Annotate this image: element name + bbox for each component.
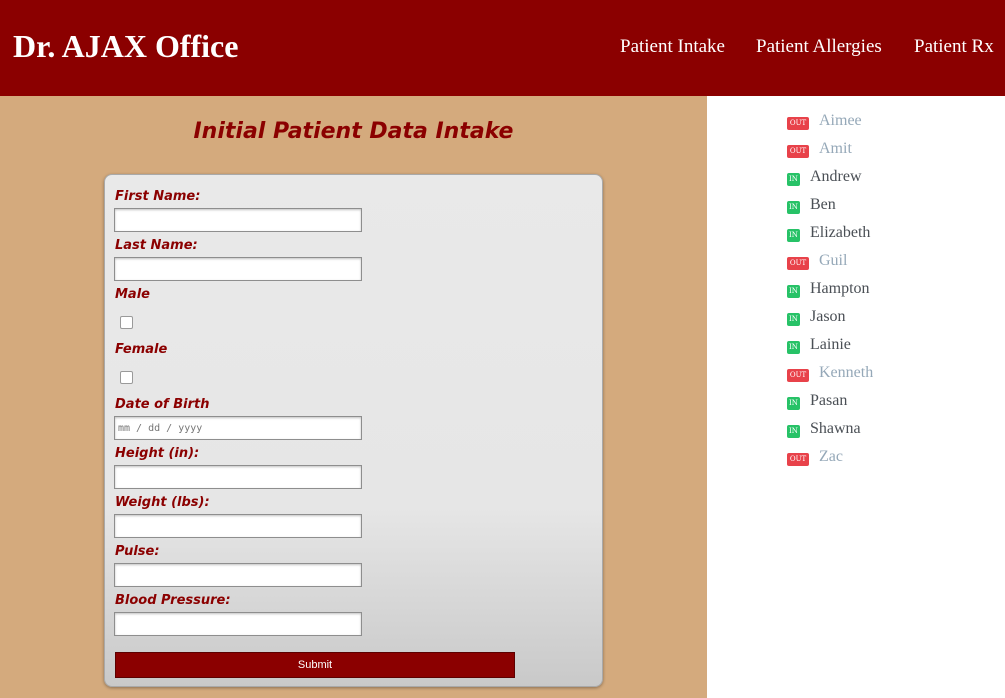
in-status-badge: IN: [787, 397, 800, 410]
nav-link-patient-allergies[interactable]: Patient Allergies: [756, 35, 882, 59]
male-checkbox[interactable]: [120, 316, 133, 329]
pulse-label: Pulse:: [115, 544, 160, 559]
out-status-badge: OUT: [787, 145, 809, 158]
person-name: Aimee: [819, 112, 862, 129]
in-status-badge: IN: [787, 229, 800, 242]
page-title: Initial Patient Data Intake: [193, 119, 514, 144]
in-status-badge: IN: [787, 341, 800, 354]
person-name: Guil: [819, 252, 848, 269]
in-status-badge: IN: [787, 425, 800, 438]
in-status-badge: IN: [787, 285, 800, 298]
height-label: Height (in):: [115, 446, 200, 461]
person-name: Zac: [819, 448, 843, 465]
in-status-badge: IN: [787, 201, 800, 214]
last-name-label: Last Name:: [115, 238, 198, 253]
person-name: Ben: [810, 196, 836, 213]
blood-pressure-input[interactable]: [114, 612, 362, 636]
person-name: Elizabeth: [810, 224, 871, 241]
person-name: Andrew: [810, 168, 862, 185]
person-name: Amit: [819, 140, 852, 157]
app-header: Dr. AJAX Office Patient Intake Patient A…: [0, 0, 1005, 96]
blood-pressure-label: Blood Pressure:: [115, 593, 231, 608]
out-status-badge: OUT: [787, 453, 809, 466]
out-status-badge: OUT: [787, 117, 809, 130]
weight-label: Weight (lbs):: [115, 495, 210, 510]
dob-label: Date of Birth: [115, 397, 210, 412]
first-name-label: First Name:: [115, 189, 201, 204]
person-name: Pasan: [810, 392, 848, 409]
submit-button[interactable]: Submit: [115, 652, 515, 678]
person-name: Jason: [810, 308, 846, 325]
pulse-input[interactable]: [114, 563, 362, 587]
female-checkbox[interactable]: [120, 371, 133, 384]
main-panel: Initial Patient Data Intake First Name: …: [0, 96, 707, 698]
male-label: Male: [115, 287, 150, 302]
intake-form: First Name: Last Name: Male Female Date …: [104, 174, 603, 687]
out-status-badge: OUT: [787, 257, 809, 270]
app-title: Dr. AJAX Office: [13, 28, 239, 64]
nav-link-patient-rx[interactable]: Patient Rx: [914, 35, 994, 59]
in-status-badge: IN: [787, 313, 800, 326]
nav-link-patient-intake[interactable]: Patient Intake: [620, 35, 725, 59]
dob-input[interactable]: [114, 416, 362, 440]
person-name: Kenneth: [819, 364, 874, 381]
height-input[interactable]: [114, 465, 362, 489]
in-status-badge: IN: [787, 173, 800, 186]
weight-input[interactable]: [114, 514, 362, 538]
last-name-input[interactable]: [114, 257, 362, 281]
person-name: Shawna: [810, 420, 861, 437]
first-name-input[interactable]: [114, 208, 362, 232]
person-name: Hampton: [810, 280, 870, 297]
out-status-badge: OUT: [787, 369, 809, 382]
female-label: Female: [115, 342, 168, 357]
person-name: Lainie: [810, 336, 851, 353]
